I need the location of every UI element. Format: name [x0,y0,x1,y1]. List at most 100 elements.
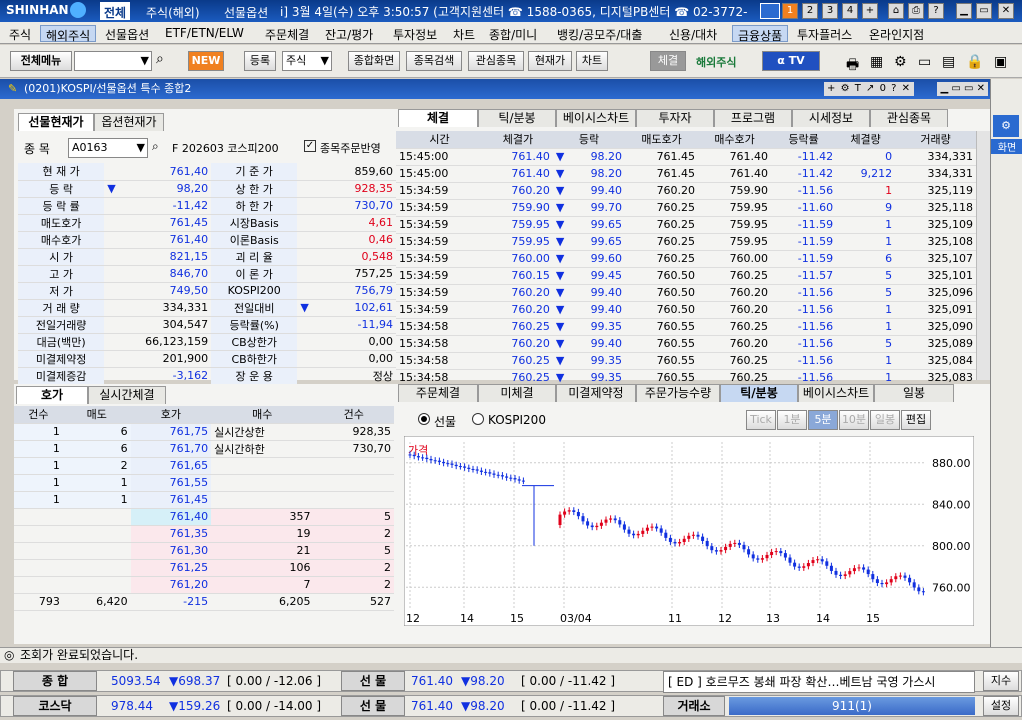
trades-header[interactable]: 체결가 [483,131,553,149]
trades-tab-1[interactable]: 틱/분봉 [478,109,556,127]
close-button[interactable]: ✕ [998,3,1014,19]
screen-4-button[interactable]: 4 [842,3,858,19]
layout-icon[interactable]: ▤ [942,54,955,70]
menu-item-8[interactable]: 종합/미니 [484,25,542,42]
tab-stock-overseas[interactable]: 주식(해외) [142,2,204,20]
current-price-button[interactable]: 현재가 [528,51,572,71]
chart-tab-5[interactable]: 베이시스차트 [798,384,874,402]
monitor-icon[interactable] [760,3,780,19]
search-icon[interactable]: ⌕ [152,139,159,154]
chart-tab-4[interactable]: 틱/분봉 [720,384,798,402]
new-button[interactable]: NEW [188,51,224,71]
tv-button[interactable]: α TV [762,51,820,71]
screen-1-button[interactable]: 1 [782,3,798,19]
tab-all[interactable]: 전체 [100,2,131,20]
bid-row[interactable]: 761,35 19 2 [14,525,394,543]
table-row[interactable]: 15:34:59 760.20 ▼ 99.40 760.50 760.20 -11.56 1 3… [396,301,976,319]
table-row[interactable]: 15:45:00 761.40 ▼ 98.20 761.45 761.40 -11.42 9,… [396,165,976,183]
trades-tab-4[interactable]: 프로그램 [714,109,792,127]
trades-tab-2[interactable]: 베이시스차트 [556,109,636,127]
chart-tab-0[interactable]: 주문체결 [398,384,478,402]
ask-row[interactable]: 1 1 761,55 [14,474,394,492]
order-reflect-checkbox[interactable]: ✓ [304,140,316,152]
trades-header[interactable]: 매도호가 [625,131,699,149]
add-screen-button[interactable]: + [862,3,878,19]
table-row[interactable]: 15:34:59 760.00 ▼ 99.60 760.25 760.00 -11.59 6 3… [396,250,976,268]
ask-row[interactable]: 1 1 761,45 [14,491,394,509]
watchlist-button[interactable]: 관심종목 [468,51,524,71]
bid-row[interactable]: 761,40 357 5 [14,508,394,526]
settings-button[interactable]: 설정 [983,696,1019,716]
menu-item-3[interactable]: ETF/ETN/ELW [160,25,249,42]
menu-item-10[interactable]: 신용/대차 [664,25,722,42]
print-icon[interactable]: ⎙ [908,3,924,19]
period-button-1[interactable]: 1분 [777,410,807,430]
bid-row[interactable]: 761,20 7 2 [14,576,394,594]
all-menu-button[interactable]: 전체메뉴 [10,51,72,71]
settings-icon[interactable]: ⚙ [993,115,1019,137]
menu-item-12[interactable]: 투자플러스 [792,25,857,42]
summary-screen-button[interactable]: 종합화면 [348,51,400,71]
trades-tab-3[interactable]: 투자자 [636,109,714,127]
ask-row[interactable]: 1 6 761,75 실시간상한 928,35 [14,423,394,441]
period-button-3[interactable]: 10분 [839,410,869,430]
table-row[interactable]: 15:34:58 760.20 ▼ 99.40 760.55 760.20 -11.56 5 3… [396,335,976,353]
trades-tab-0[interactable]: 체결 [398,109,478,127]
table-row[interactable]: 15:34:59 760.20 ▼ 99.40 760.50 760.20 -11.56 5 3… [396,284,976,302]
overseas-stock-link[interactable]: 해외주식 [696,54,736,70]
trades-header[interactable]: 등락 [552,131,626,149]
price-chart[interactable]: 880.00 840.00 800.00 760.00 12 14 15 03/04 11 12 1… [404,436,974,626]
code-input[interactable]: A0163 ▼ [68,138,148,158]
help-button[interactable]: ? [928,3,944,19]
ask-row[interactable]: 1 6 761,70 실시간하한 730,70 [14,440,394,458]
trades-tab-5[interactable]: 시세정보 [792,109,870,127]
window-controls[interactable]: ▁ ▭ ▭ ✕ [937,82,988,96]
menu-item-5[interactable]: 잔고/평가 [320,25,378,42]
menu-item-9[interactable]: 뱅킹/공모주/대출 [552,25,647,42]
screen-2-button[interactable]: 2 [802,3,818,19]
table-row[interactable]: 15:34:58 760.25 ▼ 99.35 760.55 760.25 -11.56 1 3… [396,318,976,336]
menu-item-6[interactable]: 투자정보 [388,25,442,42]
menu-item-13[interactable]: 온라인지점 [864,25,929,42]
menu-item-1[interactable]: 해외주식 [40,25,97,43]
home-icon[interactable]: ⌂ [888,3,904,19]
menu-item-11[interactable]: 금융상품 [732,25,789,43]
printer-icon[interactable]: 🖶 [846,54,859,78]
trades-header[interactable]: 거래량 [895,131,976,149]
chart-tab-1[interactable]: 미체결 [478,384,556,402]
search-icon[interactable]: ⌕ [156,51,164,67]
maximize-button[interactable]: ▭ [976,3,992,19]
chart-tab-6[interactable]: 일봉 [874,384,954,402]
table-row[interactable]: 15:34:59 760.15 ▼ 99.45 760.50 760.25 -11.57 5 3… [396,267,976,285]
tab-orderbook[interactable]: 호가 [16,386,88,404]
radio-futures[interactable] [418,413,430,425]
save-icon[interactable]: ▣ [994,54,1007,70]
stock-search-button[interactable]: 종목검색 [406,51,462,71]
screen-3-button[interactable]: 3 [822,3,838,19]
period-button-5[interactable]: 편집 [901,410,931,430]
period-button-2[interactable]: 5분 [808,410,838,430]
table-row[interactable]: 15:34:59 760.20 ▼ 99.40 760.20 759.90 -11.56 1 3… [396,182,976,200]
trades-header[interactable]: 등락률 [771,131,837,149]
chart-tab-2[interactable]: 미결제약정 [556,384,636,402]
period-button-4[interactable]: 일봉 [870,410,900,430]
bid-row[interactable]: 761,25 106 2 [14,559,394,577]
window-tools[interactable]: + ⚙ T ↗ 0 ? ✕ [824,82,914,96]
trades-scrollbar[interactable] [976,131,990,380]
menu-search-input[interactable]: ▼ [74,51,152,71]
menu-item-7[interactable]: 차트 [448,25,480,42]
trades-header[interactable]: 매수호가 [698,131,772,149]
menu-item-2[interactable]: 선물옵션 [100,25,154,42]
radio-kospi200[interactable] [472,413,484,425]
bid-row[interactable]: 761,30 21 5 [14,542,394,560]
register-button[interactable]: 등록 [244,51,276,71]
table-row[interactable]: 15:34:58 760.25 ▼ 99.35 760.55 760.25 -11.56 1 3… [396,352,976,370]
calculator-icon[interactable]: ▦ [870,54,883,70]
menu-item-0[interactable]: 주식 [4,25,36,42]
tab-futures[interactable]: 선물옵션 [220,2,272,20]
trades-tab-6[interactable]: 관심종목 [870,109,948,127]
window-icon[interactable]: ▭ [918,54,931,70]
execution-button[interactable]: 체결 [650,51,686,71]
chart-button[interactable]: 차트 [576,51,608,71]
table-row[interactable]: 15:34:59 759.90 ▼ 99.70 760.25 759.95 -11.60 9 3… [396,199,976,217]
